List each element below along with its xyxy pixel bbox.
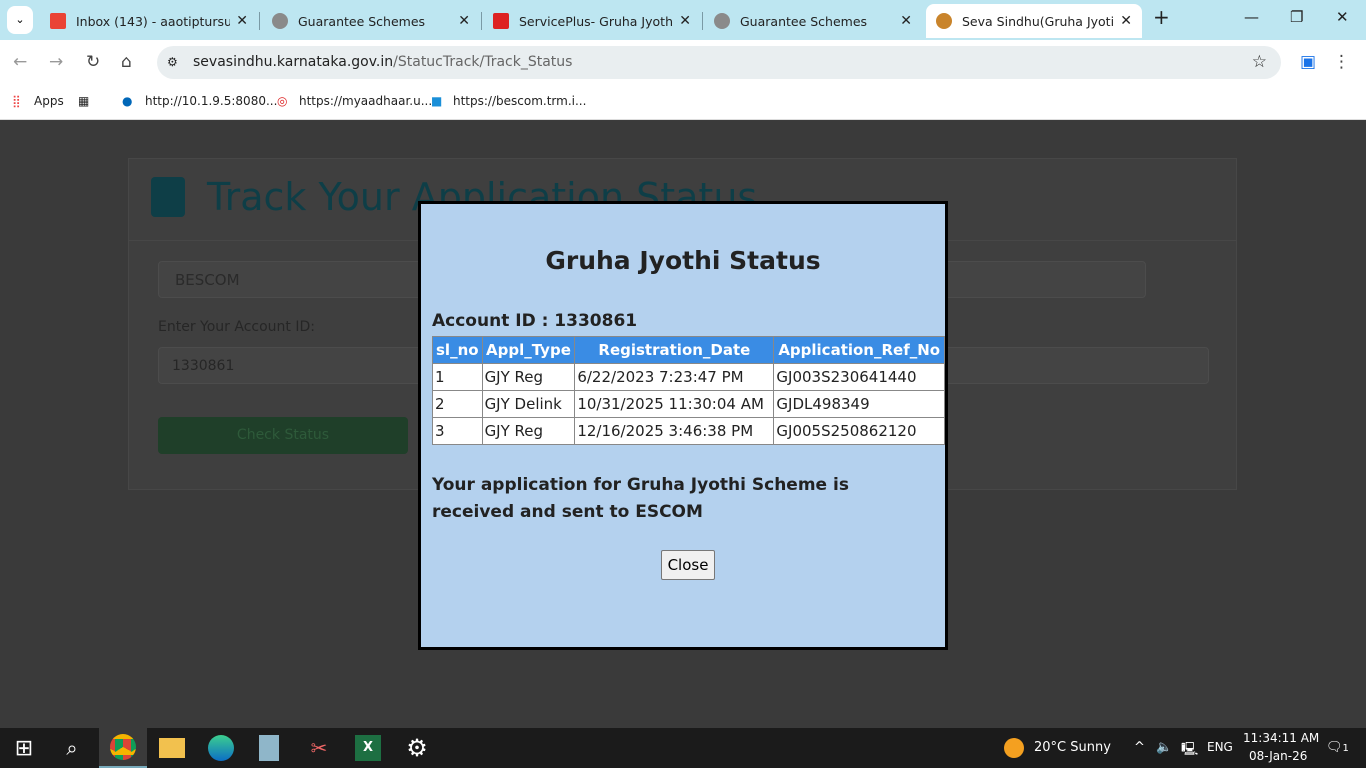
close-tab-icon[interactable]: ✕: [1120, 13, 1132, 29]
column-header: Appl_Type: [481, 336, 576, 364]
aadhaar-icon: ◎: [277, 94, 288, 108]
address-bar-row: ← → ↻ ⌂ ⚙ sevasindhu.karnataka.gov.in/Sta…: [0, 40, 1366, 84]
volume-icon[interactable]: 🔈: [1156, 740, 1172, 755]
back-button[interactable]: ←: [13, 52, 27, 72]
folder-icon: [159, 738, 185, 758]
table-row: 2 GJY Delink 10/31/2025 11:30:04 AM GJDL498…: [432, 390, 945, 418]
karnataka-emblem-icon: [936, 13, 952, 29]
chrome-icon: [110, 734, 136, 760]
close-window-button[interactable]: ✕: [1336, 8, 1349, 26]
language-indicator[interactable]: ENG: [1207, 740, 1233, 754]
bookmarks-bar: ⣿ Apps ▦ ● http://10.1.9.5:8080... ◎ htt…: [0, 84, 1366, 120]
table-row: 1 GJY Reg 6/22/2023 7:23:47 PM GJ003S230641…: [432, 363, 945, 391]
edge-icon: [208, 735, 234, 761]
notifications-icon[interactable]: 🗨1: [1326, 740, 1349, 755]
taskbar: ⊞ ⌕ ✂ X ⚙ 20°C Sunny ^ 🔈 🖳 ENG 11:34:11 …: [0, 728, 1366, 768]
hp-icon: ●: [122, 94, 133, 108]
check-status-button[interactable]: Check Status: [158, 417, 408, 454]
url-input[interactable]: ⚙ sevasindhu.karnataka.gov.in/StatucTrack…: [157, 46, 1281, 79]
table-row: 3 GJY Reg 12/16/2025 3:46:38 PM GJ005S25086…: [432, 417, 945, 445]
excel-icon: X: [355, 735, 381, 761]
show-hidden-icons[interactable]: ^: [1134, 740, 1145, 755]
column-header: Registration_Date: [574, 336, 775, 364]
edge-button[interactable]: [197, 728, 245, 768]
tab-groups-icon[interactable]: ▦: [78, 94, 89, 108]
calculator-icon: [259, 735, 279, 761]
weather-text[interactable]: 20°C Sunny: [1034, 740, 1111, 755]
bescom-icon: ■: [431, 94, 443, 108]
globe-icon: [272, 13, 288, 29]
tab-guarantee-schemes[interactable]: Guarantee Schemes ✕: [262, 4, 480, 38]
windows-icon: ⊞: [14, 735, 34, 761]
bookmark-apps[interactable]: Apps: [34, 94, 64, 108]
clock-time[interactable]: 11:34:11 AM: [1243, 731, 1319, 745]
serviceplus-icon: [493, 13, 509, 29]
settings-button[interactable]: ⚙: [393, 728, 441, 768]
excel-button[interactable]: X: [344, 728, 392, 768]
column-header: Application_Ref_No: [773, 336, 945, 364]
close-tab-icon[interactable]: ✕: [458, 13, 470, 29]
weather-sun-icon: [1004, 738, 1024, 758]
scissors-icon: ✂: [310, 736, 328, 760]
tab-seva-sindhu[interactable]: Seva Sindhu(Gruha Jyoti) ✕: [926, 4, 1142, 38]
bookmark-bescom[interactable]: https://bescom.trm.i...: [453, 94, 586, 108]
menu-icon[interactable]: ⋮: [1333, 52, 1350, 72]
start-button[interactable]: ⊞: [0, 728, 48, 768]
site-info-icon[interactable]: ⚙: [167, 46, 178, 79]
close-button[interactable]: Close: [661, 550, 715, 580]
tab-bar: ⌄ Inbox (143) - aaotiptursubdv✕ Guarante…: [0, 0, 1366, 40]
apps-grid-icon: ⣿: [12, 94, 21, 108]
tab-search-button[interactable]: ⌄: [7, 6, 33, 34]
snipping-tool-button[interactable]: ✂: [295, 728, 343, 768]
status-message: Your application for Gruha Jyothi Scheme…: [432, 475, 849, 522]
gmail-icon: [50, 13, 66, 29]
status-modal: Gruha Jyothi Status Account ID : 1330861…: [418, 201, 948, 650]
minimize-button[interactable]: —: [1244, 8, 1259, 26]
bookmark-star-icon[interactable]: ☆: [1252, 46, 1267, 79]
bookmark-aadhaar[interactable]: https://myaadhaar.u...: [299, 94, 432, 108]
clock-date[interactable]: 08-Jan-26: [1249, 749, 1307, 763]
column-header: sl_no: [432, 336, 483, 364]
tab-serviceplus[interactable]: ServicePlus- Gruha Jyothi Sc✕: [483, 4, 701, 38]
book-icon: [151, 177, 185, 217]
reload-button[interactable]: ↻: [86, 52, 100, 72]
file-explorer-button[interactable]: [148, 728, 196, 768]
extension-icon[interactable]: ▣: [1300, 52, 1316, 72]
gear-icon: ⚙: [406, 734, 428, 762]
bookmark-hp[interactable]: http://10.1.9.5:8080...: [145, 94, 277, 108]
close-tab-icon[interactable]: ✕: [679, 13, 691, 29]
modal-title: Gruha Jyothi Status: [545, 246, 821, 275]
calculator-button[interactable]: [245, 728, 293, 768]
notification-count: 1: [1342, 743, 1349, 754]
tab-guarantee-schemes-2[interactable]: Guarantee Schemes ✕: [704, 4, 922, 38]
status-table: sl_no Appl_Type Registration_Date Applic…: [432, 336, 945, 445]
account-label: Enter Your Account ID:: [158, 319, 315, 335]
close-tab-icon[interactable]: ✕: [236, 13, 248, 29]
account-id-label: Account ID : 1330861: [432, 311, 638, 331]
tab-gmail[interactable]: Inbox (143) - aaotiptursubdv✕: [40, 4, 258, 38]
globe-icon: [714, 13, 730, 29]
new-tab-button[interactable]: +: [1153, 5, 1170, 29]
close-tab-icon[interactable]: ✕: [900, 13, 912, 29]
restore-button[interactable]: ❐: [1290, 8, 1303, 26]
network-icon[interactable]: 🖳: [1181, 740, 1198, 762]
search-icon: ⌕: [66, 736, 78, 760]
search-button[interactable]: ⌕: [48, 728, 96, 768]
home-button[interactable]: ⌂: [121, 52, 132, 72]
forward-button[interactable]: →: [49, 52, 63, 72]
chrome-taskbar-button[interactable]: [99, 728, 147, 768]
